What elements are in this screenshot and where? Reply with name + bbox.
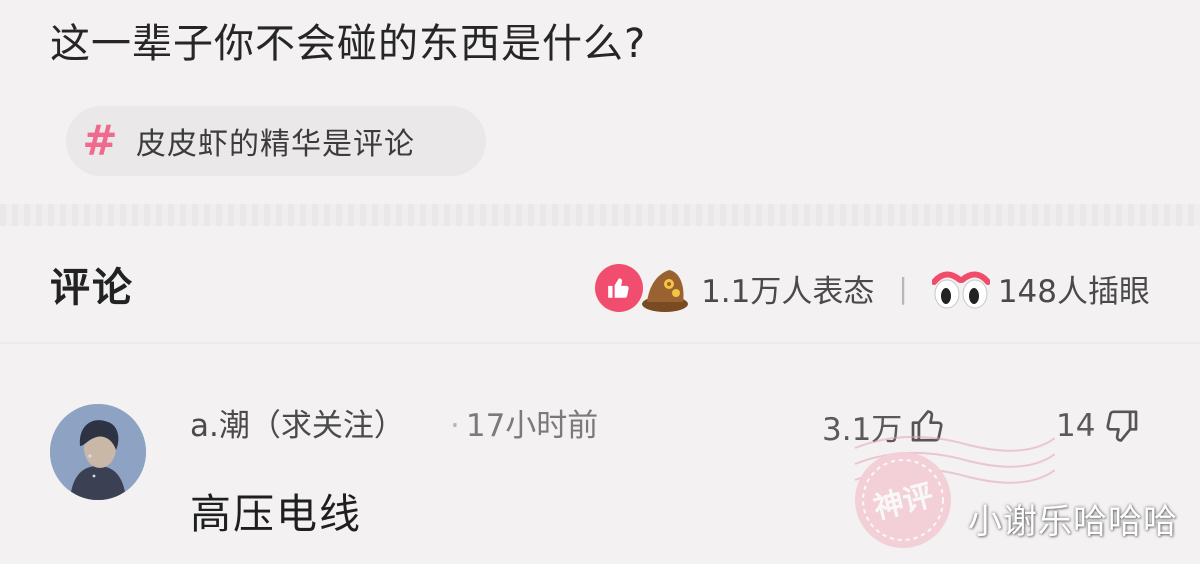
like-reaction-icon	[595, 264, 644, 312]
poop-reaction-icon	[642, 270, 689, 312]
reaction-count: 1.1万人表态	[701, 273, 875, 310]
reaction-stats[interactable]: 1.1万人表态 | 148人插眼	[595, 258, 1150, 318]
divider-line	[0, 342, 1200, 344]
dislike-count: 14	[1056, 408, 1096, 444]
thumbs-down-icon	[1106, 410, 1138, 442]
watermark: 小谢乐哈哈哈	[968, 502, 1178, 542]
section-divider	[0, 204, 1200, 226]
comments-heading: 评论	[50, 265, 134, 311]
comment-author[interactable]: a.潮（求关注）	[190, 402, 405, 450]
comment-body: 高压电线	[190, 490, 362, 538]
comment-time-text: 17小时前	[465, 408, 599, 444]
dislike-button[interactable]: 14	[1056, 402, 1141, 450]
comment-time: · 17小时前	[450, 408, 599, 444]
hashtag-icon: #	[82, 116, 118, 165]
topic-label: 皮皮虾的精华是评论	[136, 127, 415, 162]
post-title: 这一辈子你不会碰的东西是什么?	[50, 21, 647, 67]
stats-separator: |	[898, 271, 908, 305]
topic-chip[interactable]: # 皮皮虾的精华是评论	[66, 106, 486, 176]
avatar[interactable]	[50, 404, 146, 500]
eye-count: 148人插眼	[997, 273, 1150, 310]
eyes-icon	[931, 271, 990, 309]
